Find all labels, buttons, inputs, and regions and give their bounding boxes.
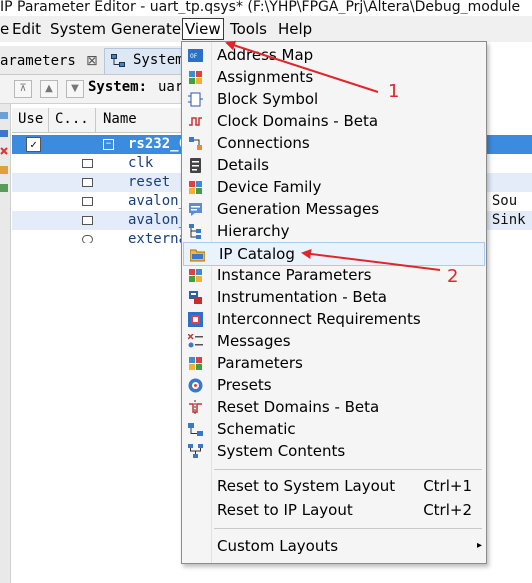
annotation-arrow-1 [225,40,379,93]
annotation-label-1: 1 [388,81,399,102]
annotation-label-2: 2 [447,266,458,287]
annotation-overlay: 1 2 [225,40,458,287]
annotation-arrow-2 [301,249,441,271]
